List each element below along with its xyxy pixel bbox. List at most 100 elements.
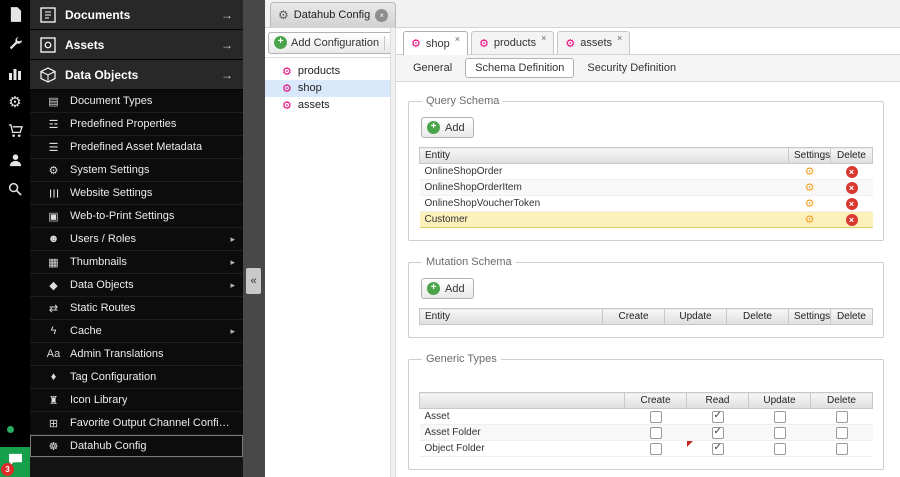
panel-collapse-strip: « bbox=[243, 0, 265, 477]
checkbox-read[interactable] bbox=[711, 442, 724, 455]
checkbox-update[interactable] bbox=[773, 442, 786, 455]
delete-icon[interactable]: × bbox=[845, 165, 858, 178]
table-row-selected[interactable]: Customer ⚙ × bbox=[419, 211, 873, 228]
menu-item-cache[interactable]: ϟ Cache ▸ bbox=[30, 320, 243, 343]
close-icon[interactable]: × bbox=[455, 34, 460, 44]
file-icon[interactable] bbox=[0, 0, 30, 29]
workspace: ⚙ Datahub Config × + Add Configuration ▾ bbox=[265, 0, 900, 477]
checkbox-delete[interactable] bbox=[835, 410, 848, 423]
delete-icon[interactable]: × bbox=[845, 213, 858, 226]
menu-item-datahub-config[interactable]: ☸ Datahub Config bbox=[30, 435, 243, 458]
menu-item-tag-configuration[interactable]: ♦ Tag Configuration bbox=[30, 366, 243, 389]
column-header-name[interactable] bbox=[419, 392, 625, 409]
settings-gear-icon[interactable]: ⚙ bbox=[805, 214, 815, 226]
table-row: Asset Folder bbox=[419, 424, 873, 441]
menu-section-documents[interactable]: Documents → bbox=[30, 0, 243, 30]
menu-section-label: Documents bbox=[65, 7, 131, 22]
delete-icon[interactable]: × bbox=[845, 197, 858, 210]
checkbox-update[interactable] bbox=[773, 410, 786, 423]
close-tab-icon[interactable]: × bbox=[375, 8, 389, 22]
checkbox-create[interactable] bbox=[649, 426, 662, 439]
checkbox-read[interactable] bbox=[711, 410, 724, 423]
tab-label: Datahub Config bbox=[293, 9, 371, 21]
add-configuration-button[interactable]: + Add Configuration ▾ bbox=[268, 31, 401, 54]
settings-gear-icon[interactable]: ⚙ bbox=[805, 166, 815, 178]
chat-button[interactable]: 3 bbox=[0, 447, 30, 477]
generic-types-grid: Create Read Update Delete Asset ✓ Asset … bbox=[419, 392, 873, 457]
menu-item-data-objects[interactable]: ◆ Data Objects ▸ bbox=[30, 274, 243, 297]
table-row[interactable]: OnlineShopOrderItem ⚙ × bbox=[419, 179, 873, 196]
settings-gear-icon[interactable]: ⚙ bbox=[805, 198, 815, 210]
menu-item-icon-library[interactable]: ♜ Icon Library bbox=[30, 389, 243, 412]
menu-item-predefined-properties[interactable]: ☲ Predefined Properties bbox=[30, 113, 243, 136]
column-header-delete[interactable]: Delete bbox=[810, 392, 873, 409]
column-header-entity[interactable]: Entity bbox=[419, 308, 603, 325]
tab-assets[interactable]: ⚙ assets × bbox=[557, 31, 631, 54]
collapse-button[interactable]: « bbox=[246, 268, 261, 294]
checkbox-create[interactable] bbox=[649, 410, 662, 423]
tab-shop[interactable]: ⚙ shop × bbox=[403, 31, 468, 55]
menu-item-document-types[interactable]: ▤ Document Types bbox=[30, 90, 243, 113]
subtab-schema-definition[interactable]: Schema Definition bbox=[465, 58, 575, 78]
configuration-icon: ⚙ bbox=[411, 38, 421, 50]
plus-icon: + bbox=[274, 36, 287, 49]
column-header-create[interactable]: Create bbox=[624, 392, 687, 409]
menu-item-predefined-asset-metadata[interactable]: ☰ Predefined Asset Metadata bbox=[30, 136, 243, 159]
menu-item-website-settings[interactable]: ☰ Website Settings bbox=[30, 182, 243, 205]
query-schema-fieldset: Query Schema + Add Entity Settings Delet… bbox=[408, 95, 884, 241]
menu-item-thumbnails[interactable]: ▦ Thumbnails ▸ bbox=[30, 251, 243, 274]
gear-icon[interactable]: ⚙ bbox=[0, 87, 30, 116]
menu-item-static-routes[interactable]: ⇄ Static Routes bbox=[30, 297, 243, 320]
column-header-delete[interactable]: Delete bbox=[830, 147, 873, 164]
close-icon[interactable]: × bbox=[617, 33, 622, 43]
checkbox-delete[interactable] bbox=[835, 426, 848, 439]
close-icon[interactable]: × bbox=[541, 33, 546, 43]
tree-item-assets[interactable]: ⚙ assets bbox=[265, 97, 390, 114]
query-schema-add-button[interactable]: + Add bbox=[421, 117, 474, 138]
column-header-delete[interactable]: Delete bbox=[830, 308, 873, 325]
search-icon[interactable] bbox=[0, 174, 30, 203]
library-icon: ♜ bbox=[48, 394, 59, 407]
settings-gear-icon[interactable]: ⚙ bbox=[805, 182, 815, 194]
settings-submenu: ▤ Document Types ☲ Predefined Properties… bbox=[30, 90, 243, 458]
menu-section-assets[interactable]: Assets → bbox=[30, 30, 243, 60]
datahub-tab-icon: ⚙ bbox=[278, 8, 289, 22]
mutation-schema-add-button[interactable]: + Add bbox=[421, 278, 474, 299]
delete-icon[interactable]: × bbox=[845, 181, 858, 194]
column-header-settings[interactable]: Settings bbox=[788, 308, 831, 325]
column-header-entity[interactable]: Entity bbox=[419, 147, 789, 164]
tab-datahub-config[interactable]: ⚙ Datahub Config × bbox=[270, 2, 397, 27]
checkbox-read[interactable] bbox=[711, 426, 724, 439]
bar-chart-icon[interactable] bbox=[0, 58, 30, 87]
add-configuration-label: Add Configuration bbox=[291, 36, 380, 49]
users-icon[interactable] bbox=[0, 145, 30, 174]
menu-item-favorite-output-channel-configurations[interactable]: ⊞ Favorite Output Channel Configurations bbox=[30, 412, 243, 435]
tab-products[interactable]: ⚙ products × bbox=[471, 31, 555, 54]
table-row[interactable]: OnlineShopOrder ⚙ × bbox=[419, 163, 873, 180]
table-row[interactable]: OnlineShopVoucherToken ⚙ × bbox=[419, 195, 873, 212]
menu-item-web-to-print-settings[interactable]: ▣ Web-to-Print Settings bbox=[30, 205, 243, 228]
datahub-panel: + Add Configuration ▾ ⚙ products ⚙ shop bbox=[265, 28, 900, 477]
checkbox-create[interactable] bbox=[649, 442, 662, 455]
menu-section-data-objects[interactable]: Data Objects → bbox=[30, 60, 243, 90]
wrench-icon[interactable] bbox=[0, 29, 30, 58]
column-header-settings[interactable]: Settings bbox=[788, 147, 831, 164]
menu-item-system-settings[interactable]: ⚙ System Settings bbox=[30, 159, 243, 182]
tree-item-products[interactable]: ⚙ products bbox=[265, 63, 390, 80]
definition-subtab-bar: General Schema Definition Security Defin… bbox=[396, 55, 900, 82]
checkbox-update[interactable] bbox=[773, 426, 786, 439]
documents-section-icon bbox=[39, 6, 56, 23]
column-header-update[interactable]: Update bbox=[748, 392, 811, 409]
column-header-update[interactable]: Update bbox=[664, 308, 727, 325]
cart-icon[interactable] bbox=[0, 116, 30, 145]
checkbox-delete[interactable] bbox=[835, 442, 848, 455]
column-header-read[interactable]: Read bbox=[686, 392, 749, 409]
route-arrows-icon: ⇄ bbox=[48, 302, 59, 315]
tree-item-shop[interactable]: ⚙ shop bbox=[265, 79, 390, 97]
menu-item-users-roles[interactable]: ☻ Users / Roles ▸ bbox=[30, 228, 243, 251]
menu-item-admin-translations[interactable]: Aa Admin Translations bbox=[30, 343, 243, 366]
column-header-create[interactable]: Create bbox=[602, 308, 665, 325]
subtab-security-definition[interactable]: Security Definition bbox=[577, 58, 686, 78]
column-header-delete[interactable]: Delete bbox=[726, 308, 789, 325]
subtab-general[interactable]: General bbox=[403, 58, 462, 78]
